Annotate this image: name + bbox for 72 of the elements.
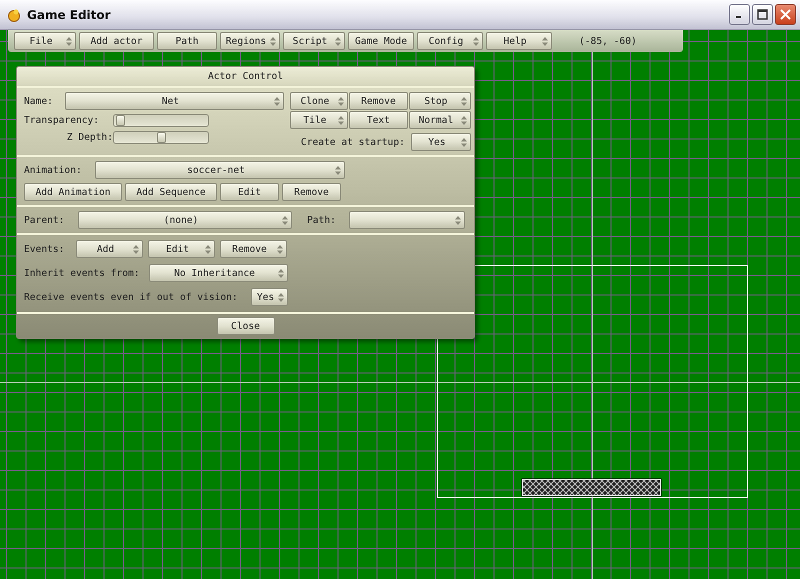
actor-button[interactable]: Tile <box>290 111 348 129</box>
updown-arrow-icon <box>335 166 341 174</box>
updown-arrow-icon <box>278 292 284 302</box>
animation-button[interactable]: Add Animation <box>24 183 122 201</box>
vision-dropdown[interactable]: Yes <box>251 288 288 306</box>
toolbar-button[interactable]: Help <box>486 32 552 50</box>
field-label: Z Depth: <box>66 132 113 142</box>
slider-thumb[interactable] <box>116 114 125 126</box>
updown-arrow-icon <box>460 96 467 106</box>
field-label: Path: <box>307 214 337 226</box>
path-dropdown[interactable] <box>349 211 465 229</box>
name-dropdown[interactable]: Net <box>64 92 284 110</box>
updown-arrow-icon <box>542 36 548 46</box>
field-label: Inherit events from: <box>24 268 141 278</box>
animation-button[interactable]: Edit <box>220 183 279 201</box>
transparency-slider[interactable] <box>113 114 209 126</box>
inherit-dropdown[interactable]: No Inheritance <box>149 264 288 282</box>
toolbar-button[interactable]: Script <box>283 32 345 50</box>
events-button[interactable]: Edit <box>148 240 215 258</box>
field-label: Create at startup: <box>300 136 405 148</box>
updown-arrow-icon <box>473 36 479 46</box>
updown-arrow-icon <box>66 36 72 46</box>
updown-arrow-icon <box>455 216 461 224</box>
updown-arrow-icon <box>460 138 467 146</box>
maximize-icon <box>757 9 768 20</box>
toolbar-button[interactable]: File <box>14 32 76 50</box>
toolbar-button[interactable]: Path <box>157 32 217 50</box>
events-button[interactable]: Remove <box>220 240 287 258</box>
grid-canvas[interactable] <box>0 30 800 579</box>
actor-button[interactable]: Normal <box>408 111 471 129</box>
app-icon <box>7 8 21 22</box>
actor-button[interactable]: Stop <box>408 92 471 110</box>
events-button[interactable]: Add <box>76 240 143 258</box>
field-label: Transparency: <box>24 114 100 126</box>
animation-dropdown[interactable]: soccer-net <box>95 161 345 179</box>
actor-button[interactable]: Text <box>348 111 408 129</box>
startup-dropdown[interactable]: Yes <box>410 133 471 151</box>
minimize-button[interactable] <box>729 4 750 25</box>
updown-arrow-icon <box>205 244 211 254</box>
field-label: Receive events even if out of vision: <box>24 292 239 302</box>
updown-arrow-icon <box>133 244 139 254</box>
field-label: Parent: <box>24 214 66 226</box>
updown-arrow-icon <box>274 96 280 106</box>
toolbar-button[interactable]: Add actor <box>79 32 154 50</box>
field-label: Events: <box>24 244 66 254</box>
toolbar-button[interactable]: Game Mode <box>348 32 414 50</box>
updown-arrow-icon <box>277 244 283 254</box>
window-title: Game Editor <box>27 8 111 22</box>
coordinates-readout: (-85, -60) <box>579 36 637 46</box>
updown-arrow-icon <box>460 116 467 124</box>
panel-title: Actor Control <box>17 67 474 88</box>
z-depth-slider[interactable] <box>113 130 209 144</box>
close-icon <box>780 9 791 20</box>
updown-arrow-icon <box>335 36 341 46</box>
updown-arrow-icon <box>338 96 344 106</box>
maximize-button[interactable] <box>752 4 773 25</box>
actor-button[interactable]: Remove <box>348 92 408 110</box>
toolbar-button[interactable]: Regions <box>220 32 280 50</box>
updown-arrow-icon <box>338 116 344 124</box>
parent-dropdown[interactable]: (none) <box>78 211 292 229</box>
toolbar-button[interactable]: Config <box>417 32 483 50</box>
slider-thumb[interactable] <box>156 132 166 142</box>
close-button[interactable] <box>775 4 796 25</box>
animation-button[interactable]: Remove <box>282 183 341 201</box>
updown-arrow-icon <box>278 268 284 278</box>
updown-arrow-icon <box>282 216 288 224</box>
field-label: Name: <box>24 96 53 106</box>
actor-button[interactable]: Clone <box>290 92 348 110</box>
animation-button[interactable]: Add Sequence <box>125 183 217 201</box>
close-panel-button[interactable]: Close <box>216 317 274 335</box>
updown-arrow-icon <box>270 36 276 46</box>
field-label: Animation: <box>24 164 83 176</box>
